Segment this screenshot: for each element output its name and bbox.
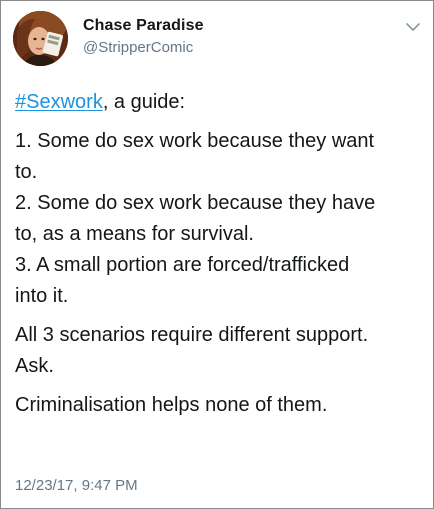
tweet-intro: #Sexwork, a guide: — [15, 87, 419, 118]
guide-item-2-cont: to, as a means for survival. — [15, 219, 419, 250]
support-paragraph: All 3 scenarios require different suppor… — [15, 320, 419, 351]
guide-item-3-cont: into it. — [15, 281, 419, 312]
support-line-b: Ask. — [15, 355, 54, 377]
user-handle[interactable]: @StripperComic — [83, 39, 193, 56]
chevron-down-icon[interactable] — [403, 19, 423, 35]
tweet-header: Chase Paradise @StripperComic — [13, 11, 423, 67]
support-line-a: All 3 scenarios require different suppor… — [15, 324, 369, 346]
intro-text: , a guide: — [102, 91, 186, 113]
tweet-timestamp[interactable]: 12/23/17, 9:47 PM — [15, 477, 138, 494]
hashtag-link[interactable]: #Sexwork — [15, 91, 103, 113]
criminalisation-paragraph: Criminalisation helps none of them. — [15, 390, 419, 421]
tweet-card: Chase Paradise @StripperComic #Sexwork, … — [0, 0, 434, 509]
guide-item-1-cont: to. — [15, 157, 419, 188]
guide-item-3-line-a: 3. A small portion are forced/trafficked — [15, 254, 350, 276]
guide-item-2-line-a: 2. Some do sex work because they have — [15, 192, 376, 214]
display-name[interactable]: Chase Paradise — [83, 17, 204, 35]
guide-item-2-line-b: to, as a means for survival. — [15, 223, 254, 245]
guide-item-2: 2. Some do sex work because they have — [15, 188, 419, 219]
guide-item-1-line-a: 1. Some do sex work because they want — [15, 130, 375, 152]
avatar-image — [13, 11, 68, 66]
avatar[interactable] — [13, 11, 68, 66]
guide-item-1-line-b: to. — [15, 161, 38, 183]
guide-item-3-line-b: into it. — [15, 285, 69, 307]
guide-item-1: 1. Some do sex work because they want — [15, 126, 419, 157]
criminalisation-line: Criminalisation helps none of them. — [15, 394, 328, 416]
support-paragraph-cont: Ask. — [15, 351, 419, 382]
guide-item-3: 3. A small portion are forced/trafficked — [15, 250, 419, 281]
tweet-text: #Sexwork, a guide: 1. Some do sex work b… — [15, 87, 419, 421]
